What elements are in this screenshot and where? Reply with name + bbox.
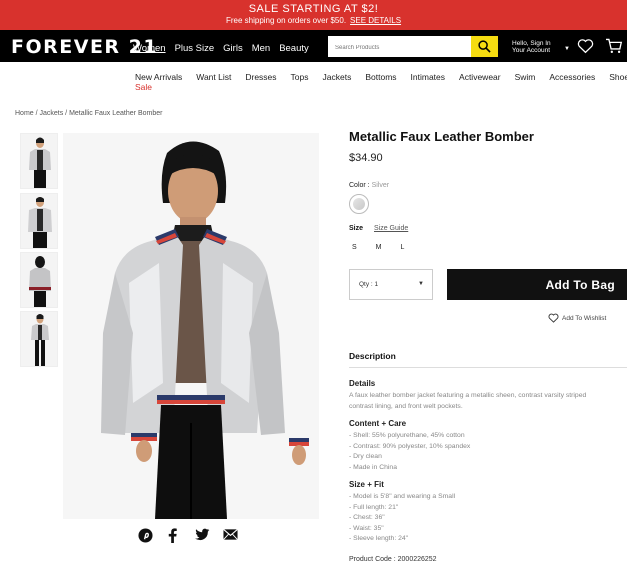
wishlist-label: Add To Wishlist <box>562 314 607 322</box>
account-greeting: Hello, Sign In <box>512 40 551 47</box>
facebook-icon[interactable] <box>167 528 178 543</box>
promo-subtitle-text: Free shipping on orders over $50. <box>225 16 347 25</box>
bag-icon[interactable] <box>605 38 623 54</box>
heart-icon <box>548 313 559 323</box>
pinterest-icon[interactable] <box>138 528 153 543</box>
twitter-icon[interactable] <box>195 528 210 541</box>
account-label: Your Account <box>512 47 551 54</box>
thumbnail-2[interactable] <box>20 193 58 249</box>
cat-activewear[interactable]: Activewear <box>459 72 501 82</box>
color-label: Color : Silver <box>349 182 390 189</box>
content-care-text: - Shell: 55% polyurethane, 45% cotton - … <box>349 431 470 473</box>
nav-beauty[interactable]: Beauty <box>279 43 309 54</box>
search-button[interactable] <box>471 36 498 57</box>
content-line: - Made in China <box>349 463 397 471</box>
product-code: Product Code : 2000226252 <box>349 556 437 563</box>
heart-icon[interactable] <box>577 38 594 54</box>
quantity-value: Qty : 1 <box>359 281 379 288</box>
content-line: - Dry clean <box>349 453 382 460</box>
size-label: Size <box>349 225 364 232</box>
add-to-wishlist-link[interactable]: Add To Wishlist <box>548 313 606 323</box>
chevron-down-icon: ▼ <box>564 46 570 52</box>
cat-intimates[interactable]: Intimates <box>411 72 446 82</box>
promo-banner: SALE STARTING AT $2! Free shipping on or… <box>0 0 627 30</box>
fit-line: - Model is 5'8" and wearing a Small <box>349 493 456 500</box>
product-title: Metallic Faux Leather Bomber <box>349 129 534 144</box>
cat-sale[interactable]: Sale <box>135 82 152 92</box>
search-input[interactable] <box>328 37 468 59</box>
details-heading: Details <box>349 379 376 388</box>
thumbnail-1[interactable] <box>20 133 58 189</box>
search-icon <box>478 40 491 53</box>
nav-women[interactable]: Women <box>133 43 166 54</box>
cat-new-arrivals[interactable]: New Arrivals <box>135 72 182 82</box>
add-to-bag-button[interactable]: Add To Bag <box>447 269 627 300</box>
cat-tops[interactable]: Tops <box>291 72 309 82</box>
fit-line: - Sleeve length: 24" <box>349 535 409 542</box>
fit-line: - Waist: 35" <box>349 524 384 532</box>
fit-line: - Full length: 21" <box>349 503 399 511</box>
thumbnail-3[interactable] <box>20 252 58 308</box>
see-details-link[interactable]: SEE DETAILS <box>350 16 401 25</box>
category-nav: New Arrivals Want List Dresses Tops Jack… <box>135 72 627 92</box>
size-option-m[interactable]: M <box>376 244 382 251</box>
cat-swim[interactable]: Swim <box>515 72 536 82</box>
content-line: - Shell: 55% polyurethane, 45% cotton <box>349 432 465 439</box>
details-text: A faux leather bomber jacket featuring a… <box>349 391 586 412</box>
product-price: $34.90 <box>349 152 383 164</box>
search-box <box>328 36 498 59</box>
size-options: S M L <box>352 244 404 251</box>
description-heading: Description <box>349 351 396 361</box>
content-line: - Contrast: 90% polyester, 10% spandex <box>349 442 471 450</box>
top-nav: Women Plus Size Girls Men Beauty <box>133 43 309 54</box>
details-line: contrast lining, and front welt pockets. <box>349 402 463 410</box>
cat-want-list[interactable]: Want List <box>196 72 231 82</box>
cat-bottoms[interactable]: Bottoms <box>365 72 396 82</box>
site-header: FOREVER 21 Women Plus Size Girls Men Bea… <box>0 30 627 62</box>
color-label-text: Color <box>349 182 366 189</box>
promo-subtitle: Free shipping on orders over $50. SEE DET… <box>0 15 627 26</box>
size-option-s[interactable]: S <box>352 244 357 251</box>
breadcrumb[interactable]: Home / Jackets / Metallic Faux Leather B… <box>15 110 162 117</box>
size-option-l[interactable]: L <box>401 244 405 251</box>
product-main-image[interactable] <box>63 133 319 519</box>
account-menu[interactable]: Hello, Sign In Your Account ▼ <box>512 40 570 54</box>
cat-accessories[interactable]: Accessories <box>549 72 595 82</box>
fit-line: - Chest: 36" <box>349 514 385 521</box>
email-icon[interactable] <box>223 528 238 541</box>
divider <box>349 367 627 368</box>
cat-jackets[interactable]: Jackets <box>323 72 352 82</box>
size-fit-text: - Model is 5'8" and wearing a Small - Fu… <box>349 492 455 545</box>
promo-title: SALE STARTING AT $2! <box>248 3 379 15</box>
details-line: A faux leather bomber jacket featuring a… <box>349 392 587 399</box>
size-fit-heading: Size + Fit <box>349 480 384 489</box>
chevron-down-icon: ▼ <box>418 281 424 287</box>
color-value: Silver <box>371 182 390 189</box>
quantity-select[interactable]: Qty : 1 ▼ <box>349 269 433 300</box>
content-care-heading: Content + Care <box>349 419 407 428</box>
cat-shoes[interactable]: Shoes <box>609 72 627 82</box>
size-guide-link[interactable]: Size Guide <box>374 225 408 232</box>
nav-girls[interactable]: Girls <box>223 43 243 54</box>
thumbnail-4[interactable] <box>20 311 58 367</box>
cat-dresses[interactable]: Dresses <box>245 72 276 82</box>
color-swatch-silver[interactable] <box>349 194 369 214</box>
nav-plus-size[interactable]: Plus Size <box>175 43 215 54</box>
nav-men[interactable]: Men <box>252 43 270 54</box>
